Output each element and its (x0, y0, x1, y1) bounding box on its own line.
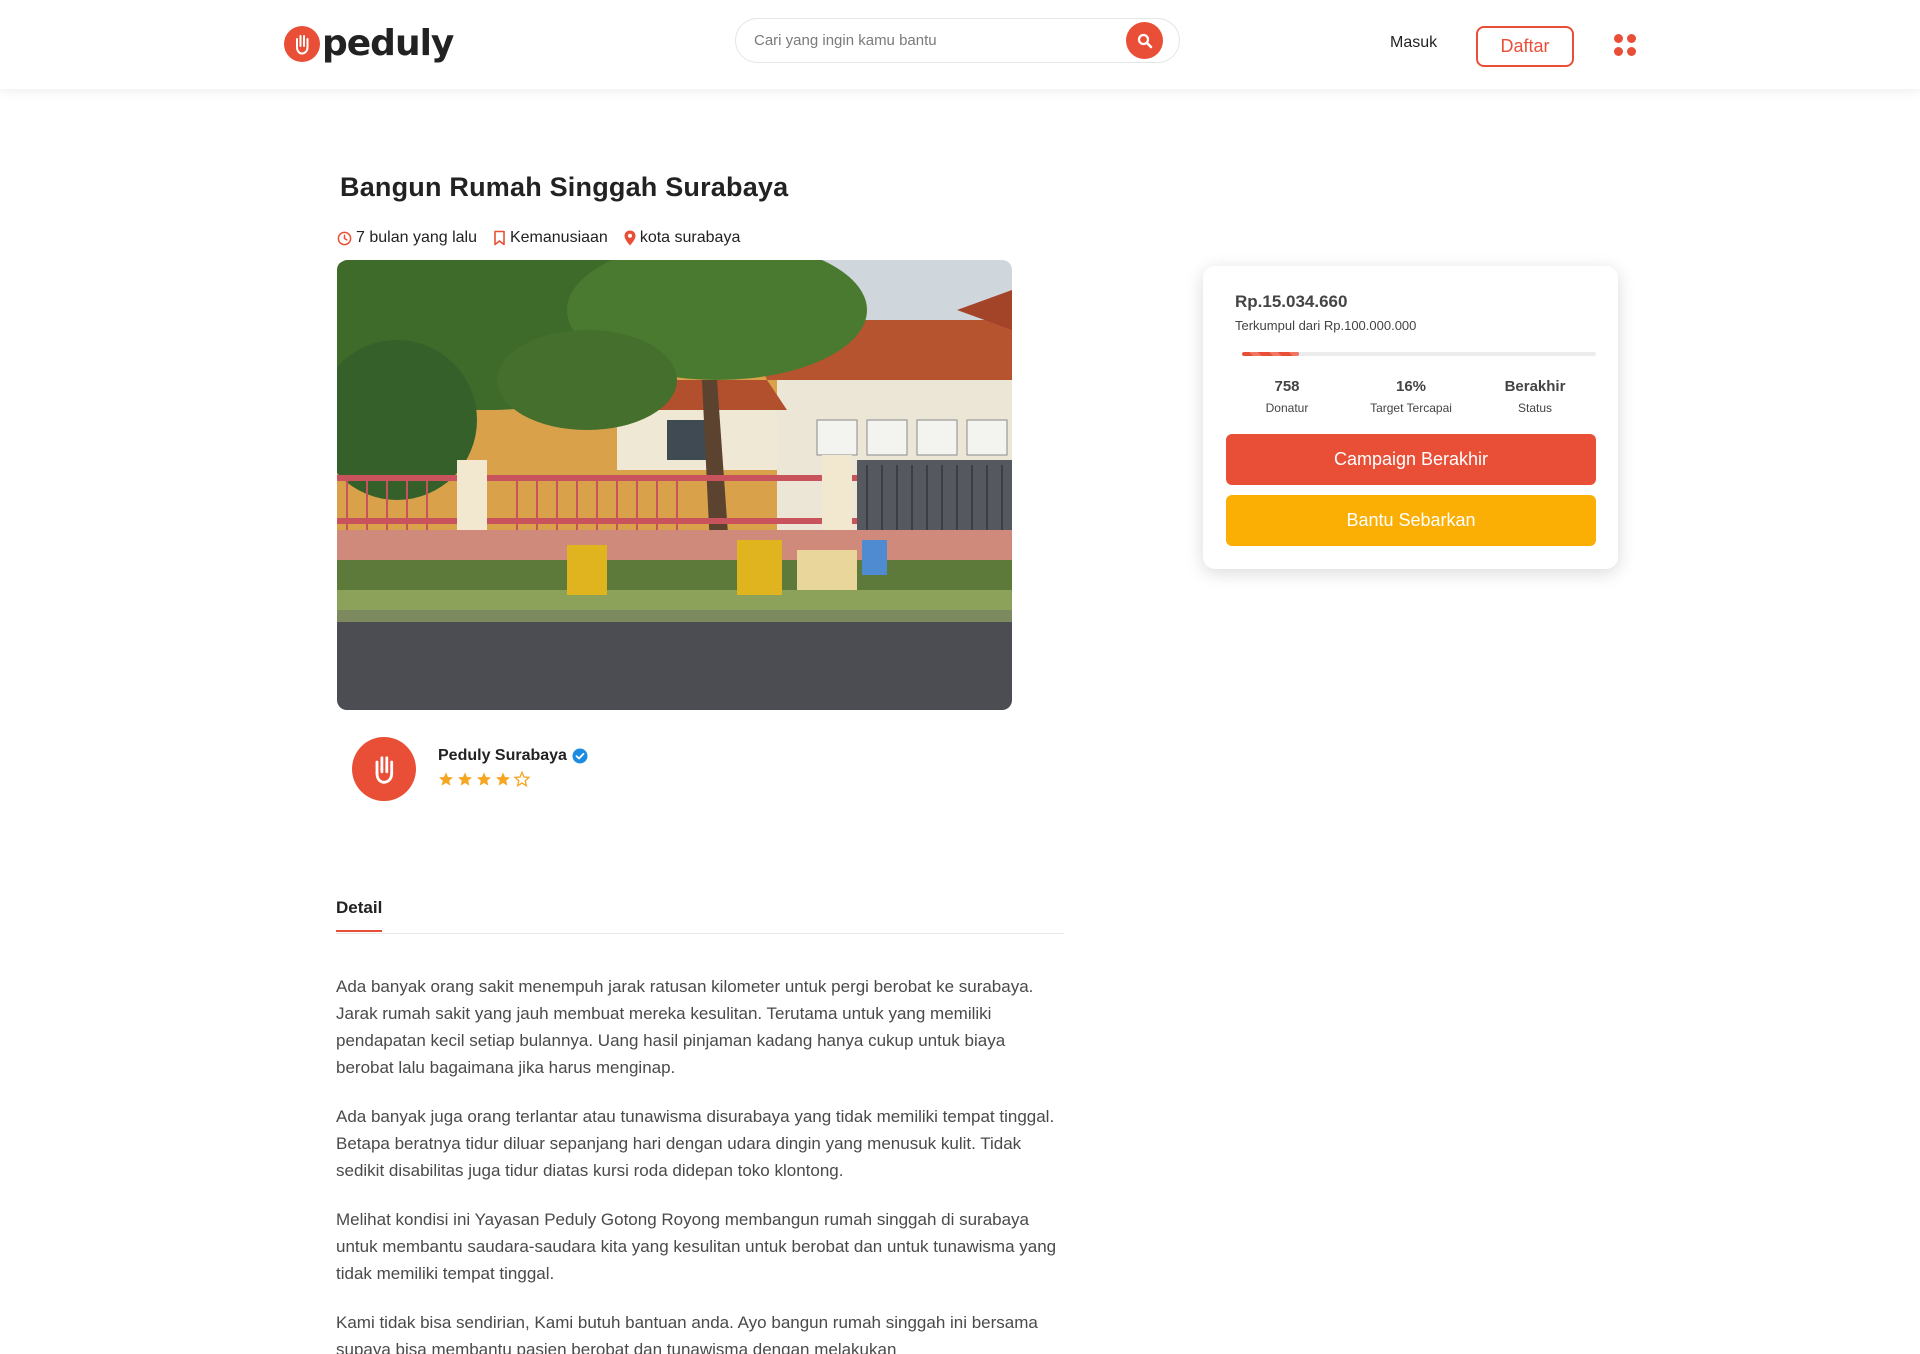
meta-time: 7 bulan yang lalu (337, 229, 477, 247)
clock-icon (337, 231, 352, 245)
verified-icon (572, 748, 588, 763)
star-filled-icon (495, 771, 511, 792)
search-bar (735, 18, 1180, 63)
organizer-name: Peduly Surabaya (438, 746, 567, 764)
login-link[interactable]: Masuk (1390, 34, 1437, 52)
donation-stats: 758 Donatur 16% Target Tercapai Berakhir… (1227, 378, 1595, 415)
campaign-title: Bangun Rumah Singgah Surabaya (340, 172, 789, 202)
target-percent: 16% (1395, 378, 1427, 395)
location-pin-icon (624, 230, 636, 246)
stat-target: 16% Target Tercapai (1351, 378, 1471, 415)
register-button[interactable]: Daftar (1476, 26, 1574, 67)
logo[interactable]: peduly (284, 23, 454, 64)
bookmark-icon (494, 230, 505, 246)
organizer-card[interactable]: Peduly Surabaya (352, 737, 588, 801)
search-icon (1137, 33, 1152, 48)
donors-count: 758 (1274, 378, 1300, 395)
campaign-image (337, 260, 1012, 710)
campaign-ended-button[interactable]: Campaign Berakhir (1226, 434, 1596, 485)
apps-menu-icon[interactable] (1614, 34, 1636, 56)
star-filled-icon (438, 771, 454, 792)
star-filled-icon (476, 771, 492, 792)
hand-icon (375, 756, 394, 784)
stat-donors: 758 Donatur (1227, 378, 1347, 415)
donation-card: Rp.15.034.660 Terkumpul dari Rp.100.000.… (1203, 266, 1618, 569)
campaign-description: Ada banyak orang sakit menempuh jarak ra… (336, 973, 1066, 1354)
tab-detail[interactable]: Detail (336, 898, 383, 932)
hand-icon (284, 26, 320, 62)
star-filled-icon (457, 771, 473, 792)
category-label: Kemanusiaan (509, 229, 608, 246)
search-button[interactable] (1126, 22, 1163, 59)
time-ago: 7 bulan yang lalu (356, 229, 477, 246)
campaign-meta: 7 bulan yang lalu Kemanusiaan kota surab… (337, 229, 756, 247)
organizer-name-row: Peduly Surabaya (438, 747, 588, 765)
meta-location: kota surabaya (624, 229, 741, 247)
top-navbar: peduly Masuk Daftar (0, 0, 1920, 89)
star-empty-icon (513, 770, 531, 792)
description-paragraph: Ada banyak juga orang terlantar atau tun… (336, 1107, 1055, 1180)
rating-stars (438, 770, 588, 792)
status-value: Berakhir (1504, 378, 1566, 395)
collected-amount: Rp.15.034.660 (1235, 292, 1348, 311)
meta-category[interactable]: Kemanusiaan (493, 229, 608, 247)
share-campaign-button[interactable]: Bantu Sebarkan (1226, 495, 1596, 546)
organizer-info: Peduly Surabaya (438, 747, 588, 792)
location-label: kota surabaya (639, 229, 741, 246)
target-label: Target Tercapai (1370, 401, 1452, 415)
donors-label: Donatur (1265, 401, 1309, 415)
content-tabs: Detail (336, 898, 1064, 934)
description-paragraph: Kami tidak bisa sendirian, Kami butuh ba… (336, 1313, 1038, 1354)
donation-progress-bar (1242, 352, 1596, 356)
description-paragraph: Melihat kondisi ini Yayasan Peduly Goton… (336, 1210, 1057, 1283)
stat-status: Berakhir Status (1475, 378, 1595, 415)
description-paragraph: Ada banyak orang sakit menempuh jarak ra… (336, 977, 1034, 1077)
progress-fill (1242, 352, 1299, 356)
collected-target-text: Terkumpul dari Rp.100.000.000 (1235, 318, 1417, 333)
avatar (352, 737, 416, 801)
search-input[interactable] (754, 19, 1134, 62)
logo-text: peduly (322, 23, 454, 64)
status-label: Status (1517, 401, 1553, 415)
